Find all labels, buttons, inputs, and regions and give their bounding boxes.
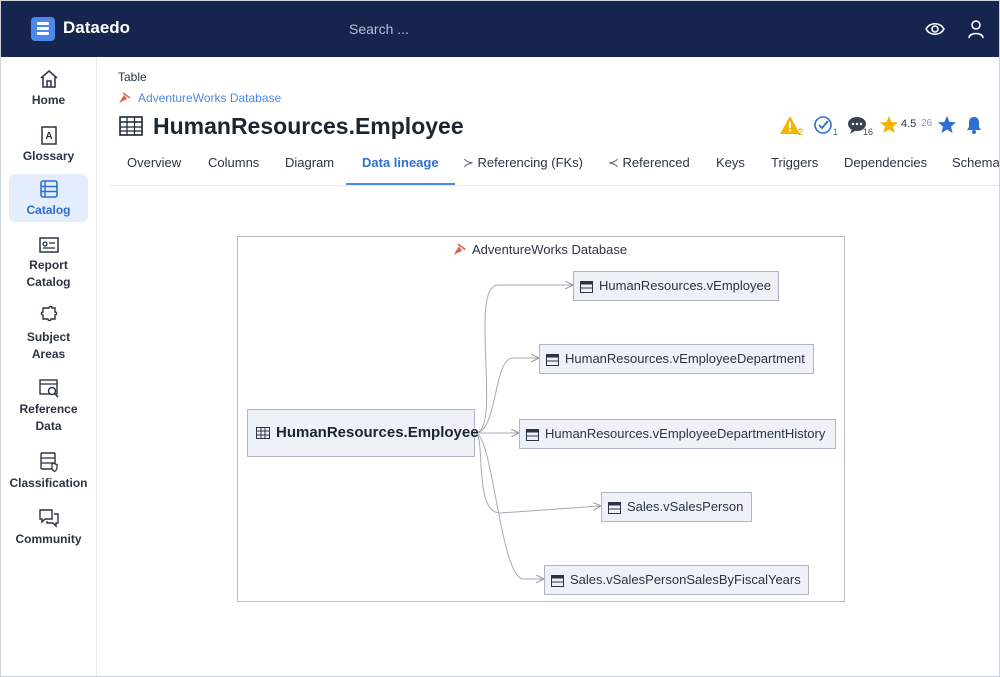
tab-label: Referencing (FKs) [477, 155, 584, 170]
lineage-target-node[interactable]: HumanResources.vEmployee [573, 271, 779, 301]
view-icon [608, 501, 621, 514]
community-icon [38, 509, 59, 528]
star-rating-icon [880, 116, 898, 133]
classification-icon [39, 452, 58, 473]
sidebar-item-label: Home [31, 93, 66, 107]
view-icon [580, 280, 593, 293]
tab-dependencies[interactable]: Dependencies [828, 147, 943, 185]
dataedo-logo-icon[interactable] [31, 17, 55, 41]
sidebar-item-subject-areas[interactable]: Subject Areas [9, 305, 88, 365]
lineage-diagram[interactable]: AdventureWorks Database HumanResources.E… [237, 236, 845, 602]
breadcrumb-database-label: AdventureWorks Database [138, 91, 282, 105]
tab-overview[interactable]: Overview [111, 147, 197, 185]
tab-schema[interactable]: Schema [936, 147, 999, 185]
home-icon [40, 70, 57, 88]
sidebar-item-label: Classification [9, 476, 88, 490]
sidebar-item-catalog[interactable]: Catalog [9, 174, 88, 222]
tab-triggers[interactable]: Triggers [755, 147, 834, 185]
tab-label: Referenced [622, 155, 690, 170]
lineage-target-node[interactable]: HumanResources.vEmployeeDepartmentHistor… [519, 419, 836, 449]
page-title: HumanResources.Employee [153, 113, 464, 139]
sidebar-item-reference-data[interactable]: Reference Data [9, 377, 88, 437]
tab-diagram[interactable]: Diagram [269, 147, 350, 185]
eye-icon[interactable] [925, 19, 945, 39]
svg-text:A: A [45, 131, 52, 142]
sidebar-item-label: Catalog [26, 203, 71, 217]
sidebar-item-label: Subject Areas [26, 330, 71, 361]
referenced-arrow-icon: ≺ [608, 155, 619, 170]
user-icon[interactable] [966, 19, 986, 39]
report-catalog-icon [38, 237, 59, 253]
lineage-source-node[interactable]: HumanResources.Employee [247, 409, 479, 457]
lineage-target-node[interactable]: Sales.vSalesPersonSalesByFiscalYears [544, 565, 809, 595]
favorite-star-icon[interactable] [937, 115, 957, 135]
comments-badge[interactable]: 16 [847, 115, 873, 140]
tab-columns[interactable]: Columns [192, 147, 275, 185]
sidebar-item-label: Community [15, 532, 82, 546]
warnings-badge[interactable]: 2 [779, 115, 803, 140]
sidebar-item-label: Reference Data [19, 402, 78, 433]
notification-bell-icon[interactable] [965, 115, 983, 135]
reference-data-icon [38, 379, 59, 398]
database-icon [119, 92, 131, 103]
view-icon [546, 353, 559, 366]
view-icon [551, 574, 564, 587]
rating-value: 4.5 [901, 118, 917, 130]
object-type-label: Table [118, 70, 147, 84]
breadcrumb-database-link[interactable]: AdventureWorks Database [118, 91, 281, 105]
referencing-arrow-icon: ≻ [463, 155, 474, 170]
checks-badge[interactable]: 1 [813, 115, 838, 140]
database-icon [453, 243, 466, 255]
app-window: Dataedo Search ... Home A Glossary Catal… [0, 0, 1000, 677]
sidebar-item-community[interactable]: Community [9, 507, 88, 551]
sidebar-item-label: Report Catalog [26, 258, 71, 289]
sidebar-item-classification[interactable]: Classification [9, 451, 88, 495]
glossary-icon: A [40, 126, 57, 145]
tab-bar: Overview Columns Diagram Data lineage ≻ … [110, 147, 999, 186]
table-icon [256, 427, 270, 440]
catalog-icon [39, 180, 58, 198]
table-icon [119, 116, 143, 136]
sidebar-item-glossary[interactable]: A Glossary [9, 121, 88, 167]
top-bar: Dataedo Search ... [1, 1, 999, 57]
lineage-target-node[interactable]: Sales.vSalesPerson [601, 492, 752, 522]
sidebar: Home A Glossary Catalog Report Catalog S… [1, 57, 97, 676]
app-name[interactable]: Dataedo [63, 18, 130, 38]
sidebar-item-home[interactable]: Home [9, 65, 88, 111]
sidebar-item-label: Glossary [22, 149, 75, 163]
view-icon [526, 428, 539, 441]
tab-referencing-fks[interactable]: ≻ Referencing (FKs) [447, 147, 599, 185]
lineage-target-node[interactable]: HumanResources.vEmployeeDepartment [539, 344, 814, 374]
lineage-container-label: AdventureWorks Database [452, 242, 627, 257]
search-input[interactable]: Search ... [349, 21, 409, 37]
subject-areas-icon [40, 305, 57, 322]
tab-data-lineage[interactable]: Data lineage [346, 147, 455, 185]
rating-count: 26 [921, 118, 933, 129]
rating-badge[interactable]: 4.5 26 [879, 115, 932, 140]
tab-referenced[interactable]: ≺ Referenced [592, 147, 706, 185]
sidebar-item-report-catalog[interactable]: Report Catalog [9, 233, 88, 293]
check-circle-icon [814, 116, 832, 134]
lineage-link [474, 432, 543, 579]
tab-keys[interactable]: Keys [700, 147, 761, 185]
